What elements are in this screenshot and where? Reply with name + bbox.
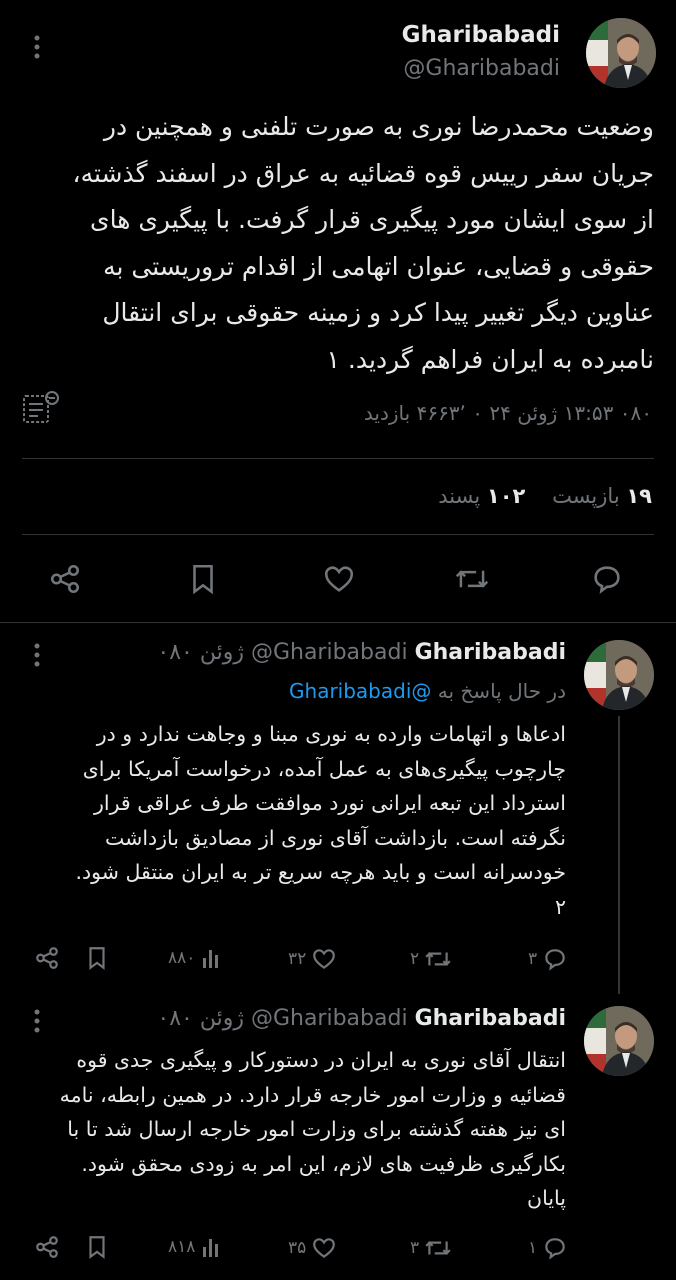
tweet-line: از سوی ایشان مورد پیگیری قرار گرفت. با پ… xyxy=(90,205,654,234)
retweets-count: ۲ xyxy=(410,949,420,969)
display-name[interactable]: Gharibabadi xyxy=(415,640,566,665)
views-icon xyxy=(201,1235,223,1259)
tweet-line: استرداد این تبعه ایرانی نورد موافقت طرف … xyxy=(93,791,566,815)
bookmark-icon[interactable] xyxy=(84,1234,110,1260)
views-stat[interactable]: ۸۸۰ xyxy=(168,946,223,970)
likes-count[interactable]: ۱۰۲ xyxy=(487,484,525,508)
retweet-icon xyxy=(424,1235,452,1261)
views-icon xyxy=(201,946,223,970)
likes-label[interactable]: پسند xyxy=(438,484,480,508)
retweets-label[interactable]: بازپست xyxy=(552,484,620,508)
handle[interactable]: @Gharibabadi xyxy=(251,640,408,665)
tweet-text: انتقال آقای نوری به ایران در دستورکار و … xyxy=(18,1043,566,1216)
likes-count: ۳۲ xyxy=(288,949,307,969)
tweet-text: ادعاها و اتهامات وارده به نوری مبنا و وج… xyxy=(18,717,566,924)
tweet-date[interactable]: ۰۸۰ ژوئن xyxy=(157,1006,244,1031)
avatar[interactable] xyxy=(586,18,656,88)
display-name[interactable]: Gharibabadi xyxy=(402,22,560,48)
bookmark-icon[interactable] xyxy=(186,562,220,596)
tweet-line: نامبرده به ایران فراهم گردید. ۱ xyxy=(326,344,654,374)
divider xyxy=(22,534,654,535)
tweet-meta: ۰۸۰ ۱۳:۵۳ ژوئن ۲۴ ۰ ۴۶۶۳٬ بازدید xyxy=(363,401,652,425)
tweet-line: انتقال آقای نوری به ایران در دستورکار و … xyxy=(76,1048,566,1072)
reply-icon xyxy=(542,1235,568,1261)
views-count: ۸۱۸ xyxy=(168,1237,196,1257)
retweets-stat[interactable]: ۳ xyxy=(410,1235,452,1261)
tweet-line: ۲ xyxy=(554,894,566,919)
bookmark-icon[interactable] xyxy=(84,945,110,971)
tweet-line: ادعاها و اتهامات وارده به نوری مبنا و وج… xyxy=(96,722,566,746)
avatar[interactable] xyxy=(584,1006,654,1076)
tweet-text: وضعیت محمدرضا نوری به صورت تلفنی و همچنی… xyxy=(18,104,654,383)
replies-count: ۳ xyxy=(528,949,538,969)
share-icon[interactable] xyxy=(48,562,82,596)
tweet-header: ۰۸۰ ژوئن @Gharibabadi Gharibabadi xyxy=(157,640,566,665)
likes-stat[interactable]: ۳۵ xyxy=(288,1235,337,1261)
replies-stat[interactable]: ۱ xyxy=(528,1235,568,1261)
replying-to-handle[interactable]: @Gharibabadi xyxy=(289,679,431,703)
reply-icon xyxy=(542,946,568,972)
more-options-icon[interactable] xyxy=(30,1008,44,1034)
tweet-line: ای نیز هفته گذشته برای وزارت امور خارجه … xyxy=(67,1117,566,1141)
likes-stat[interactable]: ۳۲ xyxy=(288,946,337,972)
thread-line xyxy=(618,716,620,994)
share-icon[interactable] xyxy=(34,1234,60,1260)
replies-stat[interactable]: ۳ xyxy=(528,946,568,972)
tweet-line: خودسرانه است و باید هرچه سریع تر به ایرا… xyxy=(75,860,566,884)
tweet-line: نگرفته است. بازداشت آقای نوری از مصادیق … xyxy=(105,825,566,850)
retweets-stat[interactable]: ۲ xyxy=(410,946,452,972)
engagement-stats: ۱۹ بازپست ۱۰۲ پسند xyxy=(438,484,652,508)
handle[interactable]: @Gharibabadi xyxy=(251,1006,408,1031)
like-icon xyxy=(311,1235,337,1261)
likes-count: ۳۵ xyxy=(288,1238,307,1258)
display-name[interactable]: Gharibabadi xyxy=(415,1006,566,1031)
translate-icon[interactable] xyxy=(20,390,62,426)
tweet-line: حقوقی و قضایی، عنوان اتهامی از اقدام ترو… xyxy=(103,251,654,281)
tweet-line: عناوین دیگر تغییر پیدا کرد و زمینه حقوقی… xyxy=(102,298,654,327)
tweet-line: وضعیت محمدرضا نوری به صورت تلفنی و همچنی… xyxy=(103,112,654,141)
divider xyxy=(22,458,654,459)
replying-to-label: در حال پاسخ به xyxy=(437,679,566,703)
retweets-count: ۳ xyxy=(410,1238,420,1258)
avatar[interactable] xyxy=(584,640,654,710)
retweet-icon xyxy=(424,946,452,972)
more-options-icon[interactable] xyxy=(30,642,44,668)
reply-icon[interactable] xyxy=(590,562,624,596)
like-icon[interactable] xyxy=(322,562,356,596)
tweet-line: قضائیه و وزارت امور خارجه قرار دارد. در … xyxy=(59,1082,566,1107)
tweet-date[interactable]: ۰۸۰ ژوئن xyxy=(157,640,244,665)
tweet-header: ۰۸۰ ژوئن @Gharibabadi Gharibabadi xyxy=(157,1006,566,1031)
retweet-icon[interactable] xyxy=(454,562,490,596)
like-icon xyxy=(311,946,337,972)
tweet-line: چارچوب پیگیری‌های به عمل آمده، درخواست آ… xyxy=(82,756,566,781)
replying-to: در حال پاسخ به @Gharibabadi xyxy=(289,679,566,703)
tweet-line: پایان xyxy=(527,1186,566,1210)
replies-count: ۱ xyxy=(528,1238,538,1258)
share-icon[interactable] xyxy=(34,945,60,971)
more-options-icon[interactable] xyxy=(30,34,44,60)
tweet-line: بکارگیری ظرفیت های لازم، این امر به زودی… xyxy=(81,1151,566,1176)
handle[interactable]: @Gharibabadi xyxy=(403,56,560,81)
section-divider xyxy=(0,622,676,623)
views-count: ۸۸۰ xyxy=(168,948,196,968)
retweets-count[interactable]: ۱۹ xyxy=(626,484,652,508)
views-stat[interactable]: ۸۱۸ xyxy=(168,1235,223,1259)
tweet-line: جریان سفر رییس قوه قضائیه به عراق در اسف… xyxy=(72,158,654,188)
